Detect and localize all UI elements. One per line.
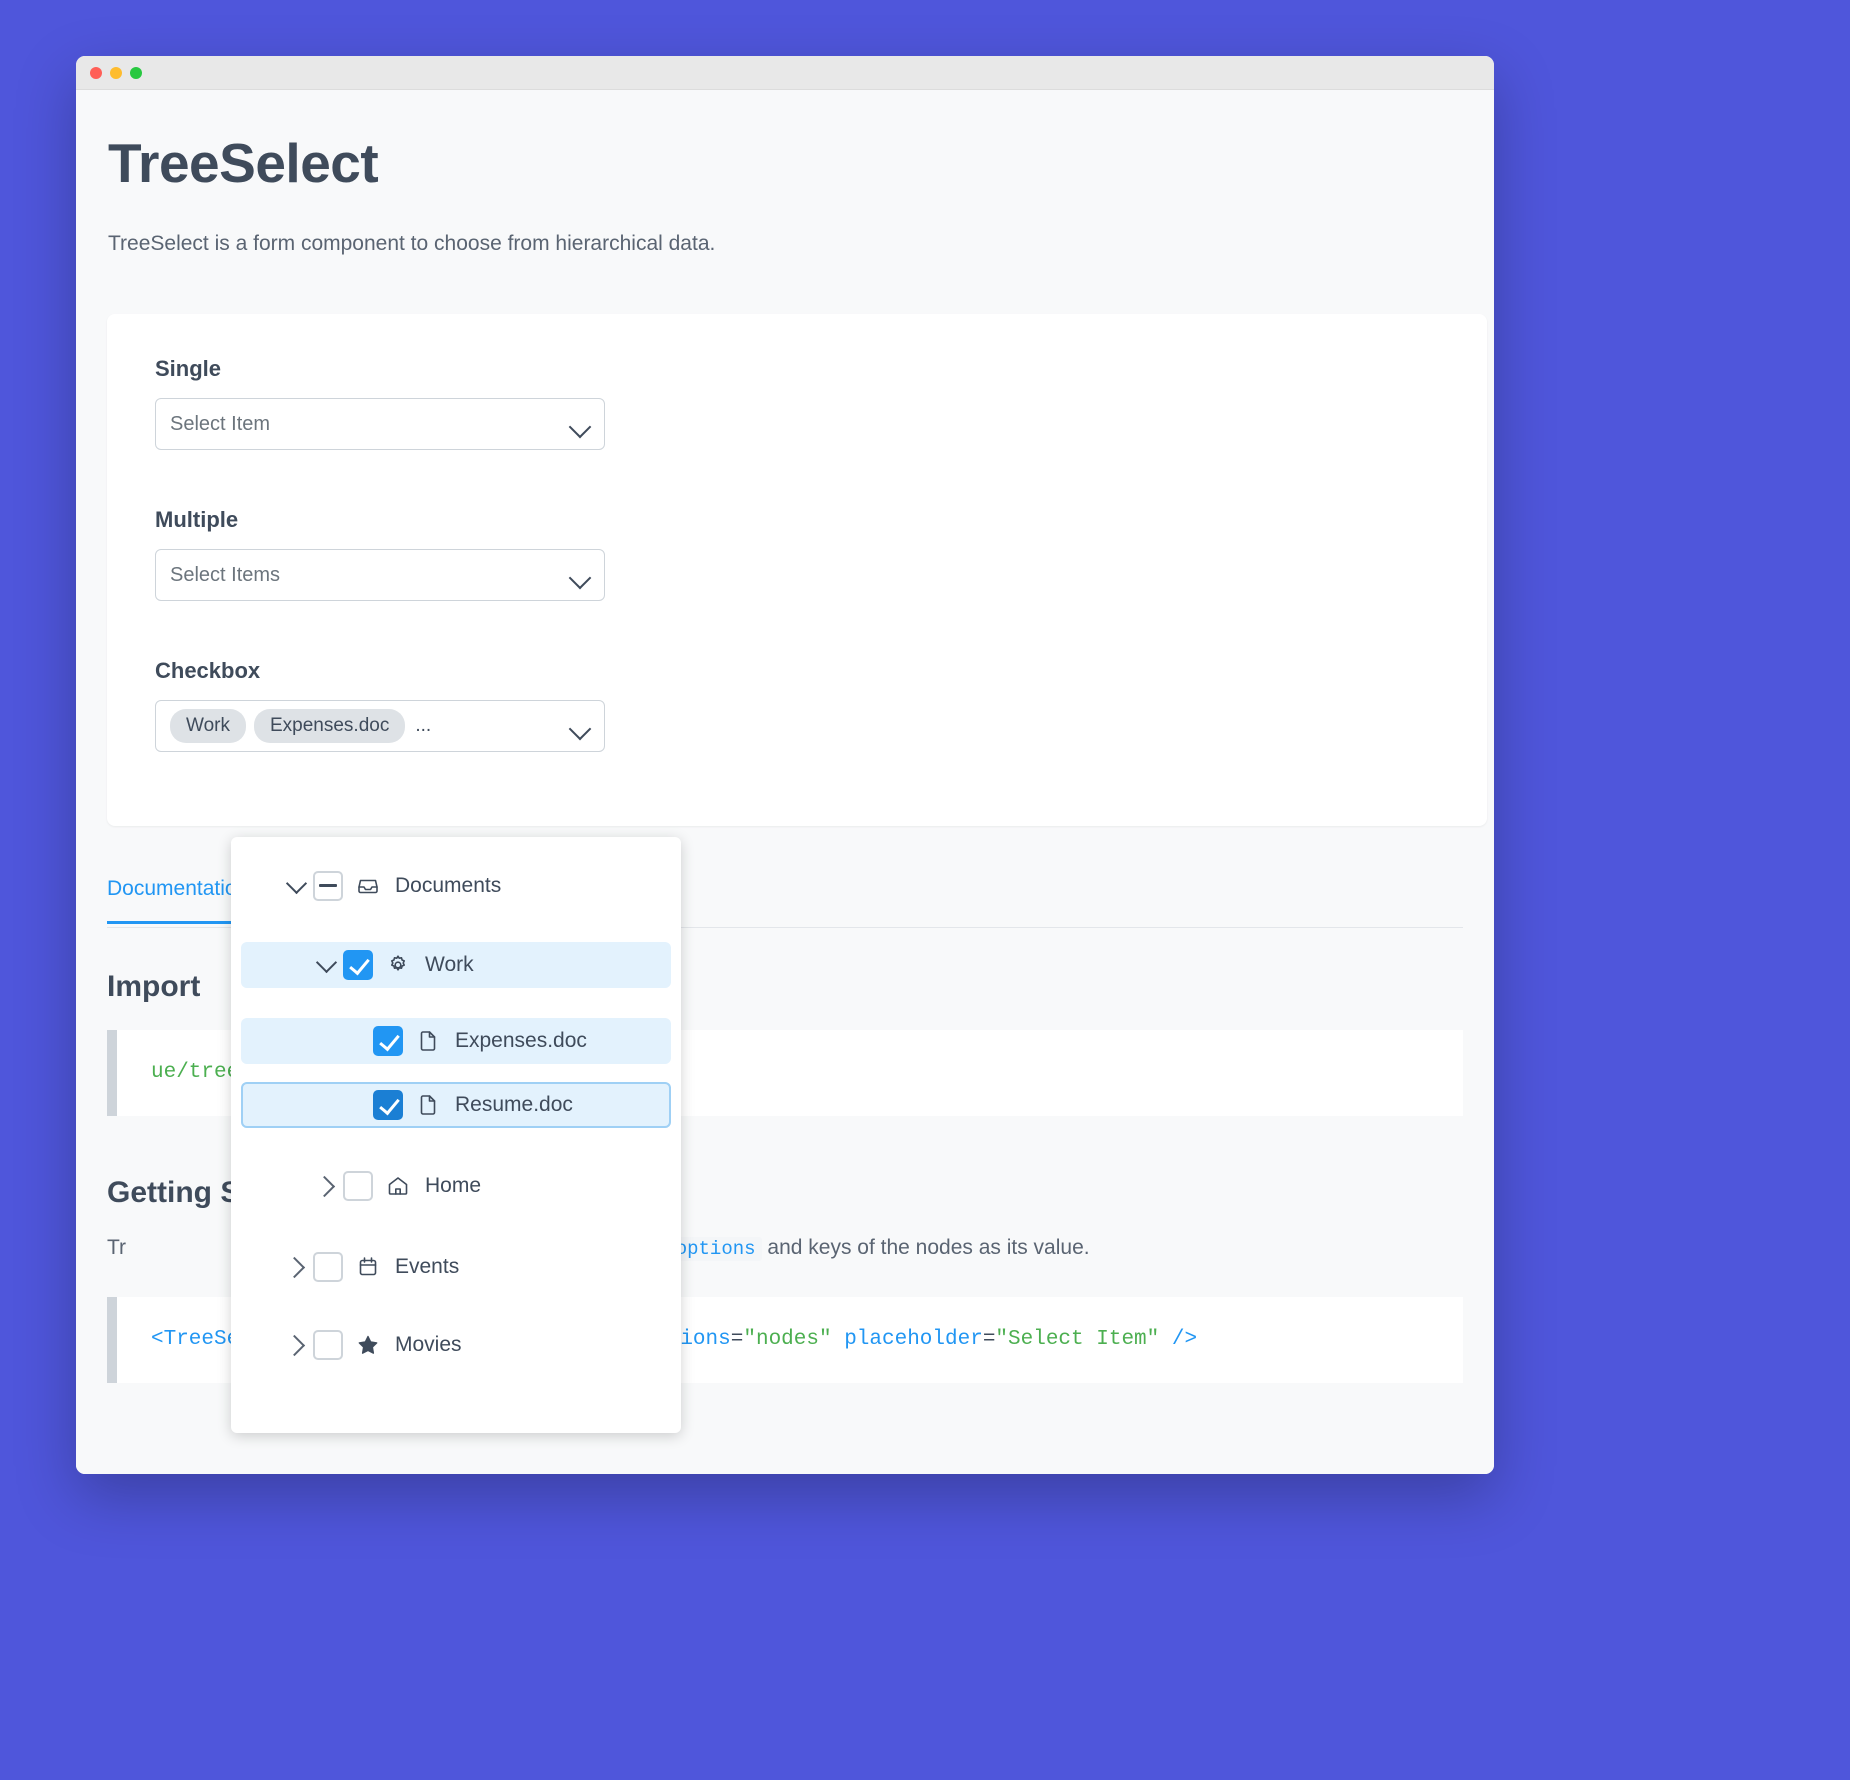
checkbox-treeselect[interactable]: Work Expenses.doc ...: [155, 700, 605, 752]
chip-overflow-ellipsis: ...: [415, 715, 432, 736]
paragraph-end: and keys of the nodes as its value.: [767, 1235, 1090, 1259]
code-val-placeholder: "Select Item": [995, 1328, 1160, 1352]
hero-section: TreeSelect TreeSelect is a form componen…: [76, 90, 1494, 256]
checkbox-unchecked[interactable]: [343, 1171, 373, 1201]
maximize-window-button[interactable]: [130, 66, 142, 79]
window-titlebar: [76, 56, 1494, 90]
chevron-right-icon[interactable]: [279, 1334, 313, 1356]
page-subtitle: TreeSelect is a form component to choose…: [108, 232, 716, 255]
tree-node-label: Resume.doc: [455, 1093, 573, 1116]
code-attr-placeholder: placeholder: [844, 1328, 983, 1352]
tree-node-expenses-doc[interactable]: Expenses.doc: [241, 1018, 671, 1064]
chevron-right-icon[interactable]: [309, 1175, 343, 1197]
checkbox-checked[interactable]: [343, 950, 373, 980]
field-label-multiple: Multiple: [155, 507, 239, 532]
chevron-right-icon[interactable]: [279, 1256, 313, 1278]
minimize-window-button[interactable]: [110, 66, 122, 79]
single-treeselect[interactable]: Select Item: [155, 398, 605, 450]
tab-documentation[interactable]: Documentation: [107, 877, 249, 924]
chevron-down-icon: [568, 415, 592, 439]
browser-window: TreeSelect TreeSelect is a form componen…: [76, 56, 1494, 1474]
calendar-icon: [355, 1255, 381, 1279]
checkbox-unchecked[interactable]: [313, 1330, 343, 1360]
tree-node-label: Home: [425, 1174, 482, 1197]
checkbox-partial[interactable]: [313, 871, 343, 901]
star-icon: [355, 1333, 381, 1357]
treeselect-dropdown-panel: Documents Work Expenses.doc Resume.doc H…: [231, 837, 681, 1433]
chevron-down-icon: [568, 717, 592, 741]
field-multiple: Multiple Select Items: [155, 507, 605, 601]
tree-node-label: Expenses.doc: [455, 1029, 587, 1052]
chevron-down-icon[interactable]: [309, 951, 343, 973]
inbox-icon: [355, 874, 381, 898]
paragraph-start: Tr: [107, 1235, 127, 1259]
field-checkbox: Checkbox Work Expenses.doc ...: [155, 658, 605, 752]
page-content: TreeSelect TreeSelect is a form componen…: [76, 90, 1494, 1474]
file-icon: [415, 1093, 441, 1117]
checkbox-checked[interactable]: [373, 1026, 403, 1056]
tree-node-events[interactable]: Events: [241, 1244, 671, 1290]
selected-chips: Work Expenses.doc ...: [170, 709, 431, 743]
tree-node-movies[interactable]: Movies: [241, 1322, 671, 1368]
chevron-down-icon: [568, 566, 592, 590]
close-window-button[interactable]: [90, 66, 102, 79]
tree-node-label: Work: [425, 953, 474, 976]
checkbox-unchecked[interactable]: [313, 1252, 343, 1282]
tree-node-label: Movies: [395, 1333, 462, 1356]
tree-node-home[interactable]: Home: [241, 1163, 671, 1209]
tree-node-work[interactable]: Work: [241, 942, 671, 988]
tree-node-documents[interactable]: Documents: [241, 863, 671, 909]
tree-node-resume-doc[interactable]: Resume.doc: [241, 1082, 671, 1128]
chip-work[interactable]: Work: [170, 709, 246, 743]
screen-root: TreeSelect TreeSelect is a form componen…: [0, 0, 1850, 1780]
multiple-treeselect-placeholder: Select Items: [170, 563, 281, 586]
tree-node-label: Documents: [395, 874, 502, 897]
code-tag-close: />: [1171, 1328, 1198, 1352]
field-label-single: Single: [155, 356, 222, 381]
inline-code-options: options: [669, 1236, 762, 1261]
single-treeselect-placeholder: Select Item: [170, 412, 271, 435]
gear-icon: [385, 953, 411, 977]
page-title: TreeSelect: [108, 132, 379, 194]
chip-expenses[interactable]: Expenses.doc: [253, 709, 406, 743]
tree-node-label: Events: [395, 1255, 460, 1278]
code-val-options: "nodes": [743, 1328, 832, 1352]
field-label-checkbox: Checkbox: [155, 658, 261, 683]
chevron-down-icon[interactable]: [279, 872, 313, 894]
checkbox-checked[interactable]: [373, 1090, 403, 1120]
demo-card: Single Select Item Multiple Select Items…: [107, 314, 1487, 826]
home-icon: [385, 1174, 411, 1198]
field-single: Single Select Item: [155, 356, 605, 450]
file-icon: [415, 1029, 441, 1053]
multiple-treeselect[interactable]: Select Items: [155, 549, 605, 601]
